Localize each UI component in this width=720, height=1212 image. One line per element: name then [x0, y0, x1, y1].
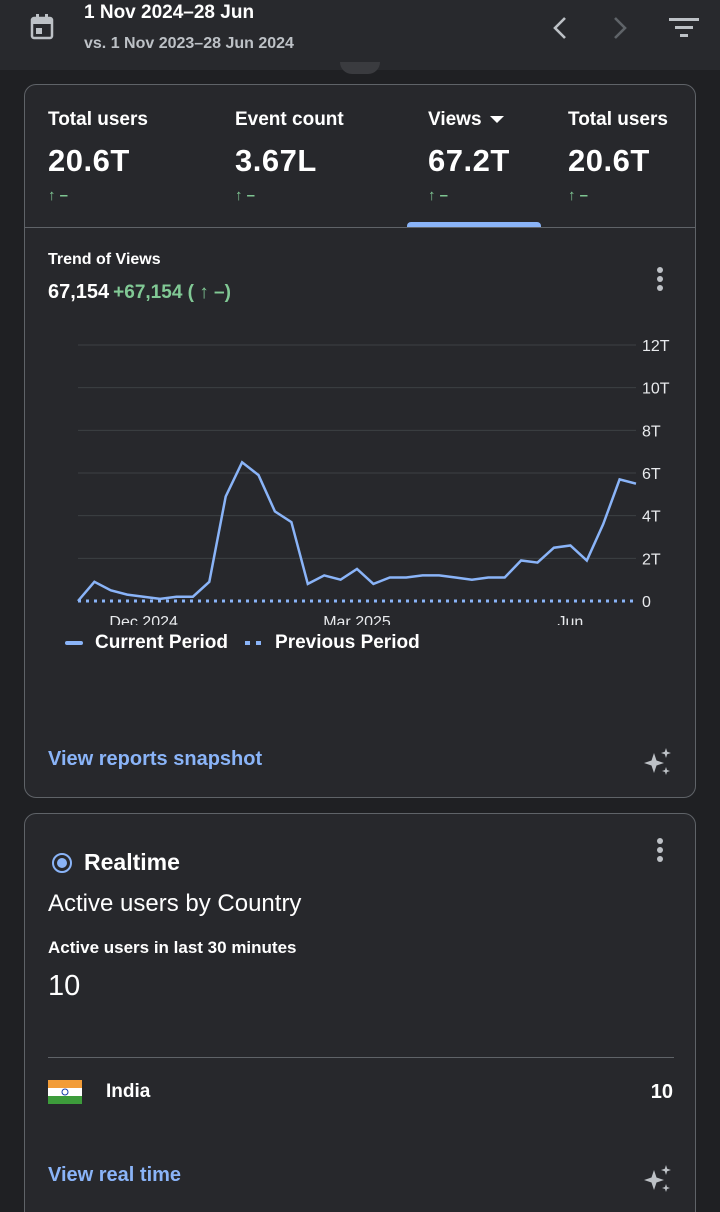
trend-chart: 0 2T 4T 6T 8T 10T 12T Dec 2024 Mar 2025 Jun [77, 338, 670, 625]
metric-delta: ↑ – [235, 187, 256, 204]
view-reports-snapshot-link[interactable]: View reports snapshot [48, 748, 262, 771]
y-tick-label: 12T [642, 338, 670, 355]
metric-label: Total users [48, 109, 148, 130]
metric-value: 3.67L [235, 143, 317, 178]
realtime-card: Realtime Active users by Country Active … [24, 813, 696, 1212]
scroll-handle [340, 62, 380, 74]
metric-delta: ↑ – [48, 187, 69, 204]
trend-change: +67,154 ( ↑ –) [113, 282, 231, 303]
country-name: India [106, 1081, 151, 1102]
realtime-indicator-icon [52, 853, 72, 873]
active-users-label: Active users in last 30 minutes [48, 938, 297, 957]
caret-down-icon[interactable] [489, 116, 504, 124]
metric-total-users-2[interactable]: Total users 20.6T ↑ – [568, 109, 668, 204]
realtime-subtitle: Active users by Country [48, 890, 302, 917]
chevron-right-icon[interactable] [607, 14, 633, 42]
legend-swatch-current [65, 641, 83, 645]
y-tick-label: 2T [642, 551, 661, 568]
country-value: 10 [650, 1081, 673, 1103]
legend-label-previous: Previous Period [275, 632, 420, 653]
y-tick-label: 6T [642, 466, 661, 483]
chevron-left-icon[interactable] [547, 14, 573, 42]
metric-views[interactable]: Views 67.2T ↑ – [428, 109, 510, 204]
more-vert-icon[interactable] [656, 267, 664, 295]
views-trend-card: Total users 20.6T ↑ – Event count 3.67L … [24, 84, 696, 798]
x-tick-label: Mar 2025 [323, 614, 391, 625]
divider [48, 1057, 674, 1058]
realtime-title: Realtime [84, 849, 180, 875]
date-range[interactable]: 1 Nov 2024–28 Jun [84, 2, 254, 24]
y-tick-label: 4T [642, 509, 661, 526]
metric-value: 20.6T [568, 143, 650, 178]
compare-range[interactable]: vs. 1 Nov 2023–28 Jun 2024 [84, 35, 294, 53]
legend-label-current: Current Period [95, 632, 229, 653]
more-vert-icon[interactable] [656, 838, 664, 866]
y-tick-label: 8T [642, 423, 661, 440]
metric-label: Total users [568, 109, 668, 130]
y-tick-label: 0 [642, 594, 651, 611]
filter-icon[interactable] [668, 16, 700, 40]
metric-label-row: Views [428, 109, 510, 131]
metric-event-count[interactable]: Event count 3.67L ↑ – [235, 109, 344, 204]
metric-total-users[interactable]: Total users 20.6T ↑ – [48, 109, 148, 204]
y-tick-label: 10T [642, 381, 670, 398]
metric-value: 67.2T [428, 143, 510, 178]
metric-label: Event count [235, 109, 344, 130]
metric-label: Views [428, 109, 482, 130]
legend-swatch-previous [245, 641, 264, 645]
series-line-current [77, 460, 637, 602]
sparkle-icon[interactable] [643, 1164, 673, 1194]
view-real-time-link[interactable]: View real time [48, 1164, 181, 1187]
trend-value: 67,154 [48, 281, 110, 303]
active-users-value: 10 [48, 970, 81, 1002]
divider [25, 227, 695, 228]
india-flag-icon [48, 1080, 82, 1104]
top-bar: 1 Nov 2024–28 Jun vs. 1 Nov 2023–28 Jun … [0, 0, 720, 70]
chart-legend: Current Period Previous Period [65, 632, 420, 654]
metric-value: 20.6T [48, 143, 130, 178]
calendar-icon[interactable] [30, 14, 54, 40]
metric-delta: ↑ – [568, 187, 589, 204]
trend-value-row: 67,154 +67,154 ( ↑ –) [48, 281, 231, 304]
sparkle-icon[interactable] [643, 747, 673, 777]
x-tick-label: Dec 2024 [109, 614, 178, 625]
metric-delta: ↑ – [428, 187, 449, 204]
x-tick-label: Jun [557, 614, 583, 625]
trend-title: Trend of Views [48, 251, 161, 268]
